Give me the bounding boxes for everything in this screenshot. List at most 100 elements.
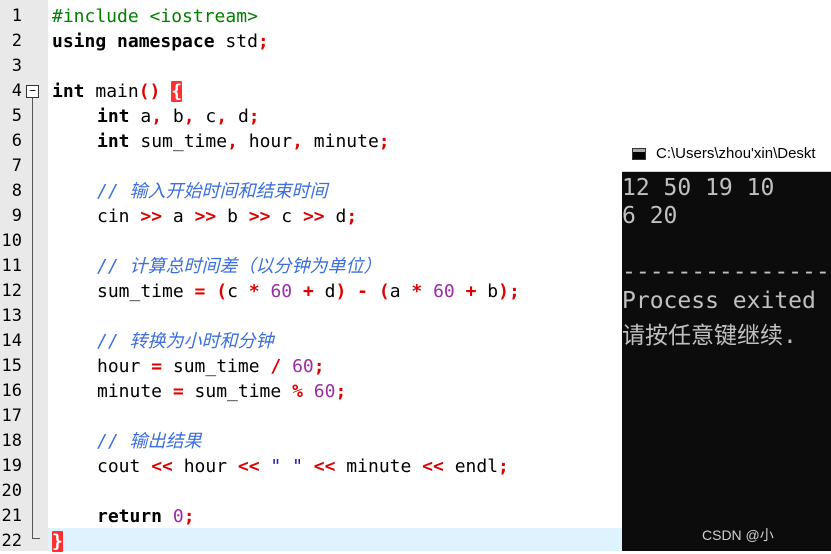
code-line-9[interactable]: cin >> a >> b >> c >> d;	[97, 204, 357, 229]
identifier: sum_time	[183, 381, 293, 402]
console-app-icon	[632, 148, 646, 160]
identifier: hour	[172, 456, 238, 477]
console-window[interactable]: C:\Users\zhou'xin\Deskt 12 50 19 10 6 20…	[622, 137, 831, 551]
identifier: a	[129, 106, 152, 127]
line-number: 3	[11, 56, 22, 76]
line-number: 18	[1, 431, 22, 451]
line-number: 6	[11, 131, 22, 151]
line-number: 20	[1, 481, 22, 501]
comma: ,	[227, 131, 238, 152]
code-line-21[interactable]: return 0;	[97, 504, 195, 529]
code-line-8[interactable]: // 输入开始时间和结束时间	[97, 179, 328, 204]
line-number: 10	[1, 231, 22, 251]
keyword: int	[97, 131, 130, 152]
comment: // 转换为小时和分钟	[97, 331, 274, 352]
line-number-gutter: 1 2 3 4 5 6 7 8 9 10 11 12 13 14 15 16 1…	[0, 0, 48, 551]
code-line-16[interactable]: minute = sum_time % 60;	[97, 379, 346, 404]
identifier: cout	[97, 456, 152, 477]
console-output-line: Process exited	[622, 288, 816, 314]
line-number: 17	[1, 406, 22, 426]
identifier: b	[216, 206, 249, 227]
operator: <<	[313, 456, 336, 477]
line-number: 19	[1, 456, 22, 476]
identifier: c	[194, 106, 217, 127]
line-number: 15	[1, 356, 22, 376]
line-number: 16	[1, 381, 22, 401]
operator: >>	[194, 206, 217, 227]
code-line-4[interactable]: int main() {	[52, 79, 183, 104]
identifier: minute	[335, 456, 423, 477]
operator: >>	[302, 206, 325, 227]
parenthesis: )	[335, 281, 347, 302]
identifier: hour	[97, 356, 152, 377]
code-line-2[interactable]: using namespace std;	[52, 29, 269, 54]
operator: %	[292, 381, 303, 402]
code-line-5[interactable]: int a, b, c, d;	[97, 104, 260, 129]
semicolon: ;	[378, 131, 390, 152]
keyword: int	[97, 106, 130, 127]
identifier: d	[313, 281, 336, 302]
identifier: d	[227, 106, 249, 127]
preprocessor-directive: #include <iostream>	[52, 6, 258, 27]
string-literal: " "	[259, 456, 314, 477]
code-line-19[interactable]: cout << hour << " " << minute << endl;	[97, 454, 509, 479]
code-line-1[interactable]: #include <iostream>	[52, 4, 258, 29]
line-number: 13	[1, 306, 22, 326]
code-line-18[interactable]: // 输出结果	[97, 429, 202, 454]
fold-toggle-icon[interactable]: −	[26, 85, 39, 98]
identifier: hour	[237, 131, 293, 152]
comment: // 输入开始时间和结束时间	[97, 181, 328, 202]
line-number: 7	[11, 156, 22, 176]
identifier: d	[324, 206, 347, 227]
code-line-14[interactable]: // 转换为小时和分钟	[97, 329, 274, 354]
current-line-highlight	[48, 528, 622, 551]
code-line-15[interactable]: hour = sum_time / 60;	[97, 354, 325, 379]
code-line-11[interactable]: // 计算总时间差（以分钟为单位）	[97, 254, 382, 279]
operator: <<	[237, 456, 260, 477]
code-line-6[interactable]: int sum_time, hour, minute;	[97, 129, 390, 154]
function-name: main	[84, 81, 139, 102]
operator: <<	[151, 456, 173, 477]
matched-brace-open: {	[171, 81, 183, 102]
semicolon: ;	[313, 356, 325, 377]
line-number: 14	[1, 331, 22, 351]
number-literal: 60	[422, 281, 455, 302]
console-output-line: 6 20	[622, 203, 678, 229]
parenthesis: )	[498, 281, 509, 302]
operator: =	[151, 356, 163, 377]
semicolon: ;	[346, 206, 358, 227]
code-line-12[interactable]: sum_time = (c * 60 + d) - (a * 60 + b);	[97, 279, 520, 304]
number-literal: 60	[281, 356, 314, 377]
comment: // 输出结果	[97, 431, 202, 452]
identifier: minute	[97, 381, 173, 402]
identifier: b	[476, 281, 499, 302]
console-title: C:\Users\zhou'xin\Deskt	[656, 145, 816, 162]
line-number: 2	[11, 31, 22, 51]
operator: *	[248, 281, 260, 302]
watermark: CSDN @小	[702, 527, 774, 543]
identifier: sum_time	[162, 356, 271, 377]
identifier: endl	[443, 456, 499, 477]
comma: ,	[183, 106, 195, 127]
console-separator: -----------------	[622, 259, 831, 285]
operator: <<	[422, 456, 444, 477]
line-number: 4	[11, 81, 22, 101]
semicolon: ;	[257, 31, 269, 52]
fold-guide-end	[32, 538, 40, 539]
line-number: 9	[11, 206, 22, 226]
console-output-line: 请按任意键继续.	[622, 323, 797, 349]
operator: =	[172, 381, 184, 402]
identifier: minute	[302, 131, 379, 152]
operator: *	[411, 281, 423, 302]
line-number: 22	[1, 531, 22, 551]
fold-guide	[32, 98, 33, 538]
semicolon: ;	[248, 106, 260, 127]
identifier: sum_time	[97, 281, 195, 302]
console-titlebar[interactable]: C:\Users\zhou'xin\Deskt	[622, 137, 831, 172]
semicolon: ;	[508, 281, 520, 302]
code-line-22[interactable]: }	[52, 529, 63, 554]
identifier: b	[162, 106, 184, 127]
identifier: a	[162, 206, 195, 227]
number-literal: 60	[302, 381, 336, 402]
number-literal: 0	[162, 506, 184, 527]
